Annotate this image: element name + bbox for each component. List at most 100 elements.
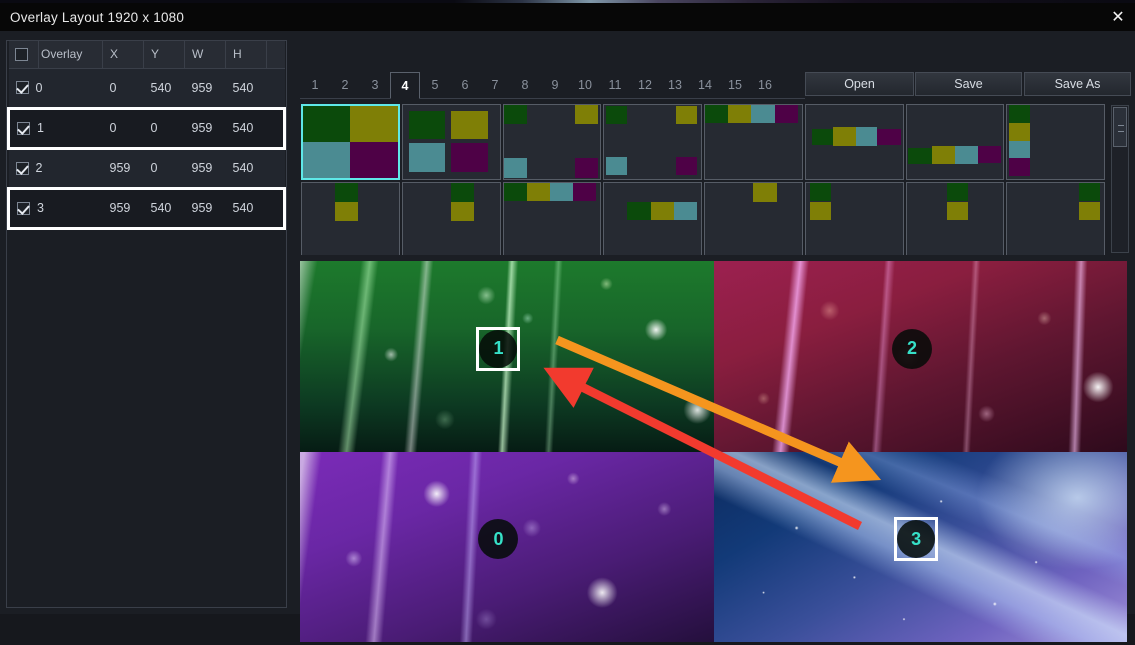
thumbnail-region [1009, 140, 1031, 159]
layout-thumbnail[interactable] [401, 182, 501, 255]
tab-16[interactable]: 16 [750, 72, 780, 98]
tab-1[interactable]: 1 [300, 72, 330, 98]
tab-4[interactable]: 4 [390, 72, 420, 99]
column-header-w[interactable]: W [184, 41, 226, 69]
tab-13[interactable]: 13 [660, 72, 690, 98]
overlay-selection-box-3[interactable]: 3 [894, 517, 939, 562]
layout-thumbnail[interactable] [1006, 182, 1105, 255]
cell-x[interactable]: 959 [102, 186, 144, 230]
panel-3[interactable]: 3 [713, 451, 1127, 642]
panel-1[interactable]: 1 [300, 261, 714, 452]
thumbnail-region [908, 147, 932, 165]
column-header-x[interactable]: X [102, 41, 144, 69]
overlay-index-label: 1 [37, 121, 44, 135]
save-button[interactable]: Save [915, 72, 1022, 96]
thumbnail-region [549, 183, 574, 201]
layout-thumbnail[interactable] [905, 182, 1005, 255]
layout-tab-bar: 1 2 3 4 5 6 7 8 9 10 11 12 13 14 15 16 [300, 71, 805, 99]
tab-11[interactable]: 11 [600, 72, 630, 98]
overlay-badge-1: 1 [479, 329, 518, 368]
title-bar: Overlay Layout 1920 x 1080 ✕ [0, 3, 1135, 31]
overlay-table: Overlay X Y W H 0 0 540 959 540 1 0 0 959 540 2 959… [7, 41, 286, 230]
row-checkbox[interactable] [15, 81, 29, 94]
table-row[interactable]: 0 0 540 959 540 [8, 68, 285, 109]
cell-spacer [266, 186, 286, 230]
layout-thumbnail[interactable] [301, 182, 400, 255]
layout-preview: 1 2 0 3 [300, 261, 1127, 642]
cell-h[interactable]: 540 [225, 68, 267, 109]
tab-14[interactable]: 14 [690, 72, 720, 98]
layout-thumbnail[interactable] [603, 182, 702, 255]
thumbnail-region [451, 143, 488, 172]
layout-thumbnail[interactable] [1006, 104, 1105, 180]
table-row[interactable]: 1 0 0 959 540 [7, 106, 286, 150]
row-checkbox[interactable] [17, 201, 30, 215]
thumbnail-region [1078, 183, 1101, 201]
cell-h[interactable]: 540 [225, 148, 267, 189]
open-button[interactable]: Open [805, 72, 914, 96]
select-all-checkbox[interactable] [14, 48, 28, 62]
column-header-overlay[interactable]: Overlay [38, 41, 103, 69]
cell-spacer [266, 106, 286, 150]
panel-2[interactable]: 2 [713, 261, 1127, 452]
table-row[interactable]: 2 959 0 959 540 [8, 148, 285, 189]
thumbnail-region [573, 183, 597, 201]
tab-2[interactable]: 2 [330, 72, 360, 98]
thumbnail-region [303, 106, 351, 142]
cell-y[interactable]: 0 [143, 148, 185, 189]
overlay-table-panel: Overlay X Y W H 0 0 540 959 540 1 0 0 959 540 2 959… [6, 40, 287, 608]
layout-thumbnail[interactable] [301, 104, 400, 180]
thumbnail-region [575, 158, 599, 178]
thumbnail-region [575, 105, 599, 125]
tab-5[interactable]: 5 [420, 72, 450, 98]
column-header-spacer [266, 41, 285, 69]
column-header-h[interactable]: H [225, 41, 267, 69]
cell-x[interactable]: 959 [102, 148, 144, 189]
cell-w[interactable]: 959 [184, 68, 226, 109]
row-checkbox[interactable] [15, 161, 29, 175]
thumbnail-scrollbar-thumb[interactable] [1113, 107, 1127, 147]
cell-w[interactable]: 959 [184, 148, 226, 189]
tab-15[interactable]: 15 [720, 72, 750, 98]
tab-9[interactable]: 9 [540, 72, 570, 98]
layout-thumbnail[interactable] [502, 104, 602, 180]
layout-thumbnail[interactable] [502, 182, 602, 255]
cell-y[interactable]: 0 [143, 106, 185, 150]
thumbnail-region [809, 202, 831, 220]
row-checkbox[interactable] [17, 121, 30, 135]
thumbnail-region [811, 128, 833, 145]
tab-6[interactable]: 6 [450, 72, 480, 98]
thumbnail-region [978, 146, 1002, 163]
thumbnail-scrollbar[interactable] [1111, 105, 1129, 253]
cell-w[interactable]: 959 [184, 106, 226, 150]
layout-thumbnail[interactable] [905, 104, 1005, 180]
thumbnail-region [1009, 105, 1031, 123]
cell-x[interactable]: 0 [102, 106, 144, 150]
save-as-button[interactable]: Save As [1024, 72, 1131, 96]
panel-0[interactable]: 0 [300, 451, 714, 642]
layout-thumbnail[interactable] [804, 104, 904, 180]
cell-y[interactable]: 540 [143, 186, 185, 230]
tab-3[interactable]: 3 [360, 72, 390, 98]
layout-thumbnail[interactable] [401, 104, 501, 180]
column-header-y[interactable]: Y [143, 41, 185, 69]
thumbnail-region [675, 156, 698, 175]
layout-thumbnail[interactable] [704, 104, 803, 180]
cell-w[interactable]: 959 [184, 186, 226, 230]
overlay-selection-box-1[interactable]: 1 [476, 326, 521, 371]
cell-x[interactable]: 0 [102, 68, 144, 109]
tab-8[interactable]: 8 [510, 72, 540, 98]
layout-thumbnail-grid [300, 103, 1106, 255]
cell-h[interactable]: 540 [225, 106, 267, 150]
cell-y[interactable]: 540 [143, 68, 185, 109]
tab-10[interactable]: 10 [570, 72, 600, 98]
layout-thumbnail[interactable] [704, 182, 803, 255]
cell-h[interactable]: 540 [225, 186, 267, 230]
tab-7[interactable]: 7 [480, 72, 510, 98]
tab-12[interactable]: 12 [630, 72, 660, 98]
layout-thumbnail[interactable] [603, 104, 702, 180]
thumbnail-region [350, 142, 398, 178]
table-row[interactable]: 3 959 540 959 540 [7, 186, 286, 230]
close-icon[interactable]: ✕ [1105, 6, 1131, 28]
layout-thumbnail[interactable] [804, 182, 904, 255]
